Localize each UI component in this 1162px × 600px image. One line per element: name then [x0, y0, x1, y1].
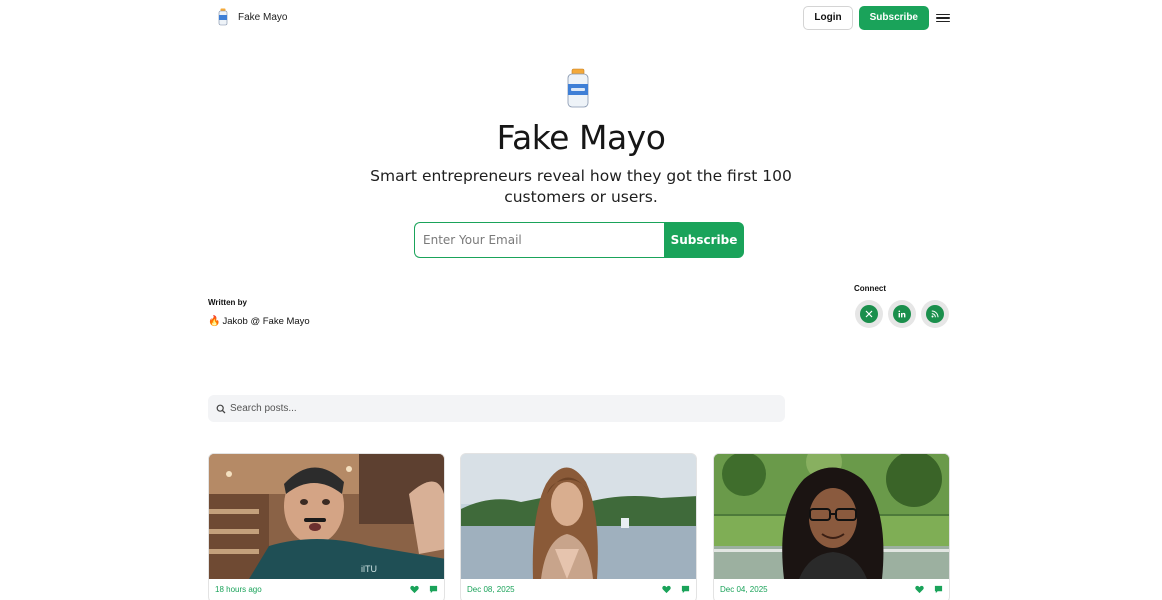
connect-label: Connect — [854, 284, 886, 293]
login-button[interactable]: Login — [803, 6, 853, 30]
comment-icon[interactable] — [933, 584, 943, 594]
post-date: Dec 04, 2025 — [720, 585, 768, 594]
linkedin-social-button[interactable] — [888, 300, 916, 328]
page-title: Fake Mayo — [496, 118, 666, 157]
comment-icon[interactable] — [680, 584, 690, 594]
heart-icon[interactable] — [914, 584, 924, 594]
author-link[interactable]: 🔥 Jakob @ Fake Mayo — [208, 316, 310, 327]
heart-icon[interactable] — [409, 584, 419, 594]
post-meta: Dec 08, 2025 — [461, 579, 696, 600]
post-card[interactable]: Dec 04, 2025 — [713, 453, 950, 600]
page-subtitle: Smart entrepreneurs reveal how they got … — [370, 167, 792, 206]
post-thumbnail[interactable] — [714, 454, 949, 579]
mayo-jar-hero-icon — [567, 68, 589, 108]
nav-actions: Login Subscribe — [803, 6, 950, 30]
email-input[interactable] — [414, 222, 664, 258]
search-input[interactable] — [230, 403, 770, 414]
search-icon — [214, 402, 228, 416]
post-thumbnail[interactable]: ilTU — [209, 454, 444, 579]
post-date: 18 hours ago — [215, 585, 262, 594]
rss-social-button[interactable] — [921, 300, 949, 328]
written-by-label: Written by — [208, 298, 247, 307]
subscribe-form: Subscribe — [414, 222, 744, 258]
x-social-button[interactable] — [855, 300, 883, 328]
search-bar — [208, 395, 785, 422]
post-meta: Dec 04, 2025 — [714, 579, 949, 600]
author-name: Jakob @ Fake Mayo — [222, 316, 310, 327]
post-thumbnail[interactable] — [461, 454, 696, 579]
mayo-jar-logo-icon — [218, 8, 228, 26]
post-date: Dec 08, 2025 — [467, 585, 515, 594]
nav-subscribe-button[interactable]: Subscribe — [858, 6, 929, 30]
top-nav: Fake Mayo Login Subscribe — [208, 5, 950, 31]
brand-name: Fake Mayo — [238, 11, 288, 23]
svg-text:ilTU: ilTU — [361, 564, 377, 574]
post-card[interactable]: ilTU 18 hours ago — [208, 453, 445, 600]
hero-subscribe-button[interactable]: Subscribe — [664, 222, 744, 258]
comment-icon[interactable] — [428, 584, 438, 594]
post-card[interactable]: Dec 08, 2025 — [460, 453, 697, 600]
hamburger-menu-icon[interactable] — [936, 6, 950, 30]
x-icon — [860, 305, 878, 323]
linkedin-icon — [893, 305, 911, 323]
rss-icon — [926, 305, 944, 323]
fire-icon: 🔥 — [208, 316, 221, 327]
post-meta: 18 hours ago — [209, 579, 444, 600]
heart-icon[interactable] — [661, 584, 671, 594]
brand-link[interactable]: Fake Mayo — [218, 8, 287, 26]
